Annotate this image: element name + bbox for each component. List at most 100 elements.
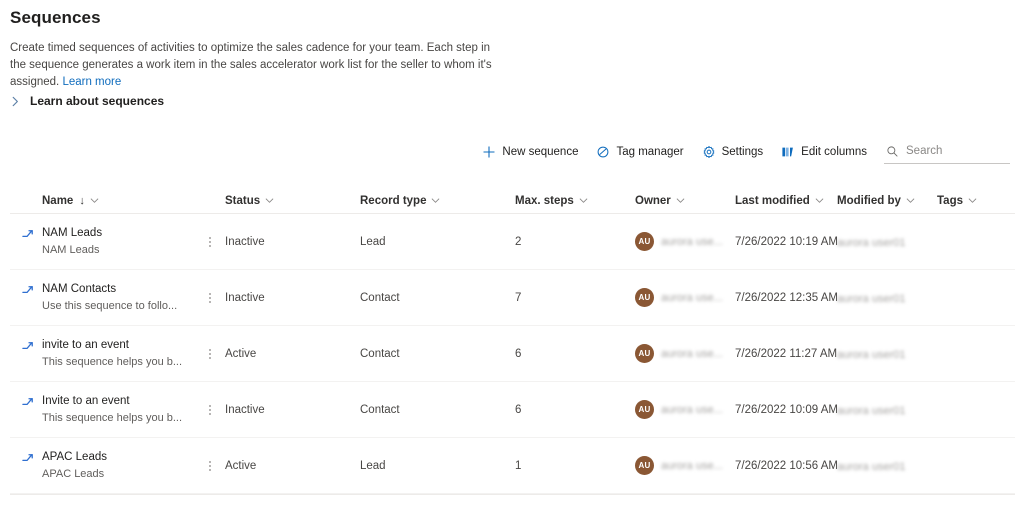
sequence-name: APAC Leads (42, 450, 107, 463)
kebab-dot (209, 240, 211, 243)
cell-owner: AU aurora use... (635, 232, 735, 251)
cell-record-type: Contact (360, 291, 400, 304)
column-header-last-modified[interactable]: Last modified (735, 188, 837, 213)
sequence-name: NAM Contacts (42, 282, 117, 295)
column-header-modified-by[interactable]: Modified by (837, 188, 937, 213)
search-icon (886, 145, 899, 158)
modified-by-name: aurora user01 (837, 404, 906, 417)
settings-button[interactable]: Settings (693, 141, 773, 163)
sequence-name: Invite to an event (42, 394, 130, 407)
sequence-subtitle: APAC Leads (42, 467, 105, 480)
table-row[interactable]: NAM Contacts Use this sequence to follo.… (10, 270, 1015, 326)
avatar: AU (635, 344, 654, 363)
column-header-owner-label: Owner (635, 194, 671, 207)
cell-name[interactable]: Invite to an event This sequence helps y… (10, 394, 225, 426)
cell-modified-by: aurora user01 (837, 401, 937, 419)
avatar: AU (635, 456, 654, 475)
cell-record-type: Contact (360, 347, 400, 360)
table-row[interactable]: NAM Leads NAM Leads Inactive Lead 2 AU a… (10, 214, 1015, 270)
cell-modified-by: aurora user01 (837, 345, 937, 363)
cell-max-steps: 6 (515, 347, 522, 360)
owner-name: aurora use... (661, 403, 723, 416)
column-header-last-modified-label: Last modified (735, 194, 810, 207)
column-header-owner[interactable]: Owner (635, 188, 735, 213)
chevron-down-icon (906, 196, 915, 205)
search-box[interactable] (884, 140, 1010, 164)
search-input[interactable] (906, 145, 1008, 157)
cell-name[interactable]: NAM Contacts Use this sequence to follo.… (10, 282, 225, 314)
column-header-modified-by-label: Modified by (837, 194, 901, 207)
kebab-dot (209, 292, 211, 295)
cell-max-steps: 6 (515, 403, 522, 416)
owner-name: aurora use... (661, 291, 723, 304)
column-header-record-type[interactable]: Record type (360, 188, 515, 213)
column-header-record-type-label: Record type (360, 194, 427, 207)
cell-status: Inactive (225, 235, 265, 248)
new-sequence-button[interactable]: New sequence (473, 141, 587, 163)
row-more-options-button[interactable] (203, 457, 217, 475)
kebab-dot (209, 300, 211, 303)
row-more-options-button[interactable] (203, 401, 217, 419)
chevron-down-icon (968, 196, 977, 205)
kebab-dot (209, 460, 211, 463)
gear-icon (702, 145, 716, 159)
column-header-tags-label: Tags (937, 194, 963, 207)
row-more-options-button[interactable] (203, 233, 217, 251)
kebab-dot (209, 244, 211, 247)
table-row[interactable]: APAC Leads APAC Leads Active Lead 1 AU a… (10, 438, 1015, 494)
chevron-down-icon (431, 196, 440, 205)
chevron-right-icon (10, 96, 21, 107)
cell-name[interactable]: NAM Leads NAM Leads (10, 226, 225, 258)
cell-owner: AU aurora use... (635, 344, 735, 363)
cell-status: Active (225, 459, 257, 472)
sort-descending-icon: ↓ (79, 194, 85, 207)
table-row[interactable]: invite to an event This sequence helps y… (10, 326, 1015, 382)
kebab-dot (209, 464, 211, 467)
cell-last-modified: 7/26/2022 11:27 AM (735, 347, 838, 360)
row-more-options-button[interactable] (203, 289, 217, 307)
settings-label: Settings (721, 146, 764, 158)
column-header-name[interactable]: Name ↓ (10, 188, 225, 213)
learn-more-link[interactable]: Learn more (62, 76, 121, 88)
cell-name[interactable]: invite to an event This sequence helps y… (10, 338, 225, 370)
chevron-down-icon (676, 196, 685, 205)
edit-columns-button[interactable]: Edit columns (772, 141, 876, 163)
tag-manager-button[interactable]: Tag manager (587, 141, 692, 163)
grid-body: NAM Leads NAM Leads Inactive Lead 2 AU a… (10, 214, 1015, 494)
grid-bottom-divider (10, 494, 1015, 495)
sequences-page: Sequences Create timed sequences of acti… (0, 0, 1025, 505)
column-header-max-steps-label: Max. steps (515, 194, 574, 207)
page-title: Sequences (10, 8, 101, 27)
column-header-max-steps[interactable]: Max. steps (515, 188, 635, 213)
sequences-grid: Name ↓ Status Record type Max. steps Own… (10, 188, 1015, 495)
column-header-status-label: Status (225, 194, 261, 207)
cell-record-type: Lead (360, 235, 386, 248)
cell-last-modified: 7/26/2022 12:35 AM (735, 291, 838, 304)
cell-last-modified: 7/26/2022 10:09 AM (735, 403, 838, 416)
kebab-dot (209, 404, 211, 407)
cell-last-modified: 7/26/2022 10:19 AM (735, 235, 838, 248)
sequence-subtitle: This sequence helps you b... (42, 355, 183, 368)
modified-by-name: aurora user01 (837, 348, 906, 361)
sequence-subtitle: Use this sequence to follo... (42, 299, 178, 312)
column-header-tags[interactable]: Tags (937, 188, 1007, 213)
column-header-status[interactable]: Status (225, 188, 360, 213)
chevron-down-icon (265, 196, 274, 205)
cell-max-steps: 7 (515, 291, 522, 304)
cell-modified-by: aurora user01 (837, 233, 937, 251)
cell-owner: AU aurora use... (635, 400, 735, 419)
sequence-subtitle: This sequence helps you b... (42, 411, 183, 424)
cell-owner: AU aurora use... (635, 456, 735, 475)
cell-status: Inactive (225, 291, 265, 304)
cell-name[interactable]: APAC Leads APAC Leads (10, 450, 225, 482)
cell-record-type: Lead (360, 459, 386, 472)
row-more-options-button[interactable] (203, 345, 217, 363)
learn-about-sequences-expander[interactable]: Learn about sequences (10, 94, 164, 108)
tag-manager-label: Tag manager (616, 146, 684, 158)
sequence-subtitle: NAM Leads (42, 243, 100, 256)
columns-icon (781, 145, 795, 159)
table-row[interactable]: Invite to an event This sequence helps y… (10, 382, 1015, 438)
kebab-dot (209, 348, 211, 351)
cell-max-steps: 2 (515, 235, 522, 248)
plus-icon (482, 145, 496, 159)
